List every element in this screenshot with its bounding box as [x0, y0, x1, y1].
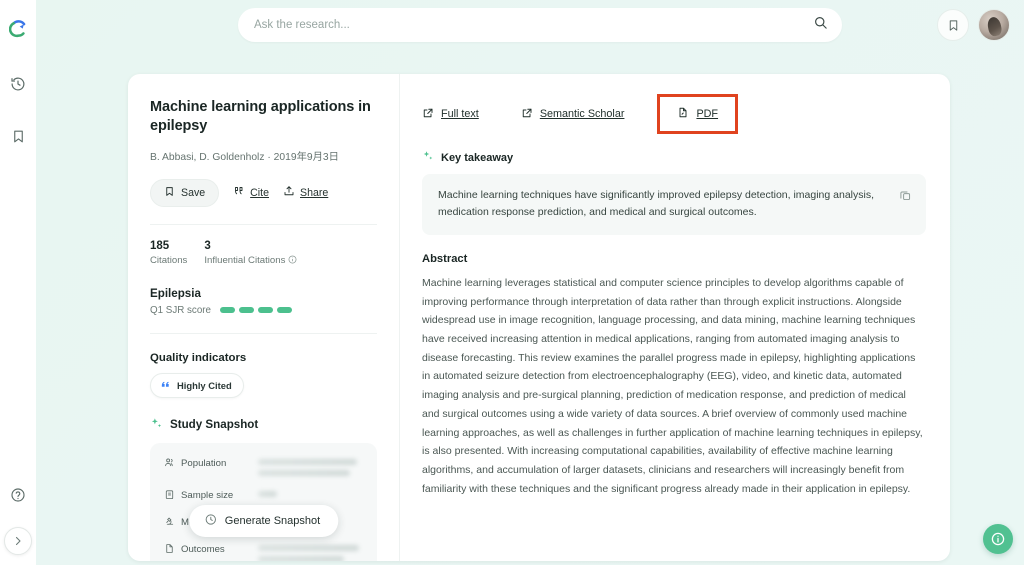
avatar[interactable] [978, 9, 1010, 41]
top-bar [36, 0, 1024, 50]
divider [150, 223, 377, 225]
sparkle-icon [422, 150, 434, 165]
consensus-c-logo-icon[interactable] [0, 10, 36, 46]
metric-value: 3 [204, 239, 211, 252]
microscope-icon [164, 516, 175, 530]
sidebar-expand-button[interactable] [4, 527, 32, 555]
paper-date: 2019年9月3日 [273, 151, 339, 163]
key-takeaway-text: Machine learning techniques have signifi… [438, 189, 874, 218]
history-clock-icon[interactable] [0, 66, 36, 102]
save-button-label: Save [181, 186, 206, 199]
paper-actions: Save Cite Share [150, 178, 377, 207]
semantic-scholar-label: Semantic Scholar [539, 108, 625, 120]
bookmark-icon[interactable] [0, 118, 36, 154]
divider [150, 332, 377, 334]
share-button-label: Share [300, 186, 329, 199]
paper-info-pane: Machine learning applications in epileps… [128, 74, 400, 561]
share-button[interactable]: Share [283, 185, 328, 200]
external-link-icon [521, 107, 533, 122]
journal-block: Epilepsia Q1 SJR score [150, 287, 377, 316]
cite-button[interactable]: Cite [233, 185, 269, 200]
quote-icon [233, 185, 245, 200]
metric-label: Citations [150, 254, 188, 266]
metric-value: 185 [150, 239, 170, 252]
cite-button-label: Cite [250, 186, 269, 199]
full-text-link[interactable]: Full text [422, 107, 479, 122]
snapshot-label: Outcomes [164, 543, 250, 557]
byline-separator: · [267, 151, 271, 163]
journal-name: Epilepsia [150, 286, 201, 300]
sjr-bar [276, 307, 292, 314]
sparkle-icon [150, 417, 163, 433]
key-takeaway-box: Machine learning techniques have signifi… [422, 174, 926, 235]
sjr-score-row: Q1 SJR score [150, 305, 377, 316]
share-upload-icon [283, 185, 295, 200]
snapshot-row-outcomes: Outcomes [164, 543, 363, 561]
help-circle-icon[interactable] [0, 477, 36, 513]
sjr-bar [238, 307, 254, 314]
metric-label: Influential Citations [204, 255, 297, 267]
document-icon [164, 543, 175, 557]
bookmark-icon-button[interactable] [937, 9, 969, 41]
search-icon[interactable] [813, 15, 828, 35]
bookmark-icon [164, 186, 175, 200]
refresh-icon [204, 513, 217, 529]
page-title: Machine learning applications in epileps… [150, 99, 371, 135]
topbar-actions [937, 9, 1010, 41]
key-takeaway-title: Key takeaway [422, 150, 926, 165]
info-circle-icon[interactable] [288, 255, 297, 267]
abstract-title: Abstract [422, 253, 468, 265]
citation-metrics: 185 Citations 3 Influential Citations [150, 240, 377, 267]
full-text-label: Full text [441, 108, 479, 120]
external-link-icon [422, 107, 434, 122]
snapshot-row-population: Population [164, 457, 363, 476]
generate-snapshot-label: Generate Snapshot [224, 514, 321, 527]
abstract-body: Machine learning leverages statistical a… [422, 277, 923, 495]
clipboard-icon [164, 489, 175, 503]
metric-citations: 185 Citations [150, 240, 187, 267]
blurred-placeholder [258, 489, 363, 497]
copy-icon[interactable] [899, 189, 912, 208]
status-badge[interactable]: Highly Cited [150, 372, 244, 398]
quality-indicators-title: Quality indicators [150, 351, 247, 364]
search-bar[interactable] [238, 8, 842, 42]
blurred-placeholder [258, 457, 363, 476]
people-icon [164, 457, 175, 471]
pdf-label: PDF [696, 108, 719, 120]
semantic-scholar-link[interactable]: Semantic Scholar [521, 107, 625, 122]
blurred-placeholder [258, 543, 363, 561]
snapshot-row-sample-size: Sample size [164, 489, 363, 503]
study-snapshot-title: Study Snapshot [150, 417, 377, 433]
paper-content-pane: Full text Semantic Scholar PDF Key takea… [400, 74, 950, 561]
search-input[interactable] [254, 19, 813, 31]
file-pdf-icon [677, 106, 689, 122]
study-snapshot-label: Study Snapshot [170, 418, 259, 432]
quote-icon [160, 379, 171, 392]
source-links: Full text Semantic Scholar PDF [422, 94, 926, 134]
pdf-link-highlight-box: PDF [657, 94, 739, 134]
snapshot-label: Population [164, 457, 250, 471]
save-button[interactable]: Save [150, 178, 220, 207]
quality-badges: Highly Cited [150, 372, 377, 398]
study-snapshot-box: Population Sample size Outcomes Generate… [150, 442, 377, 561]
generate-snapshot-button[interactable]: Generate Snapshot [188, 504, 339, 537]
sjr-bar [219, 307, 235, 314]
pdf-link[interactable]: PDF [677, 106, 718, 122]
paper-detail-card: Machine learning applications in epileps… [128, 74, 950, 561]
status-badge-label: Highly Cited [177, 379, 232, 391]
metric-influential-citations: 3 Influential Citations [204, 240, 297, 267]
sjr-label: Q1 SJR score [150, 304, 211, 316]
sjr-bar [257, 307, 273, 314]
paper-authors: B. Abbasi, D. Goldenholz [150, 151, 265, 163]
snapshot-label: Sample size [164, 489, 250, 503]
paper-byline: B. Abbasi, D. Goldenholz · 2019年9月3日 [150, 148, 377, 163]
sjr-bars [219, 307, 292, 314]
key-takeaway-label: Key takeaway [441, 151, 514, 164]
left-sidebar [0, 0, 36, 565]
info-circle-fab[interactable] [983, 524, 1013, 554]
